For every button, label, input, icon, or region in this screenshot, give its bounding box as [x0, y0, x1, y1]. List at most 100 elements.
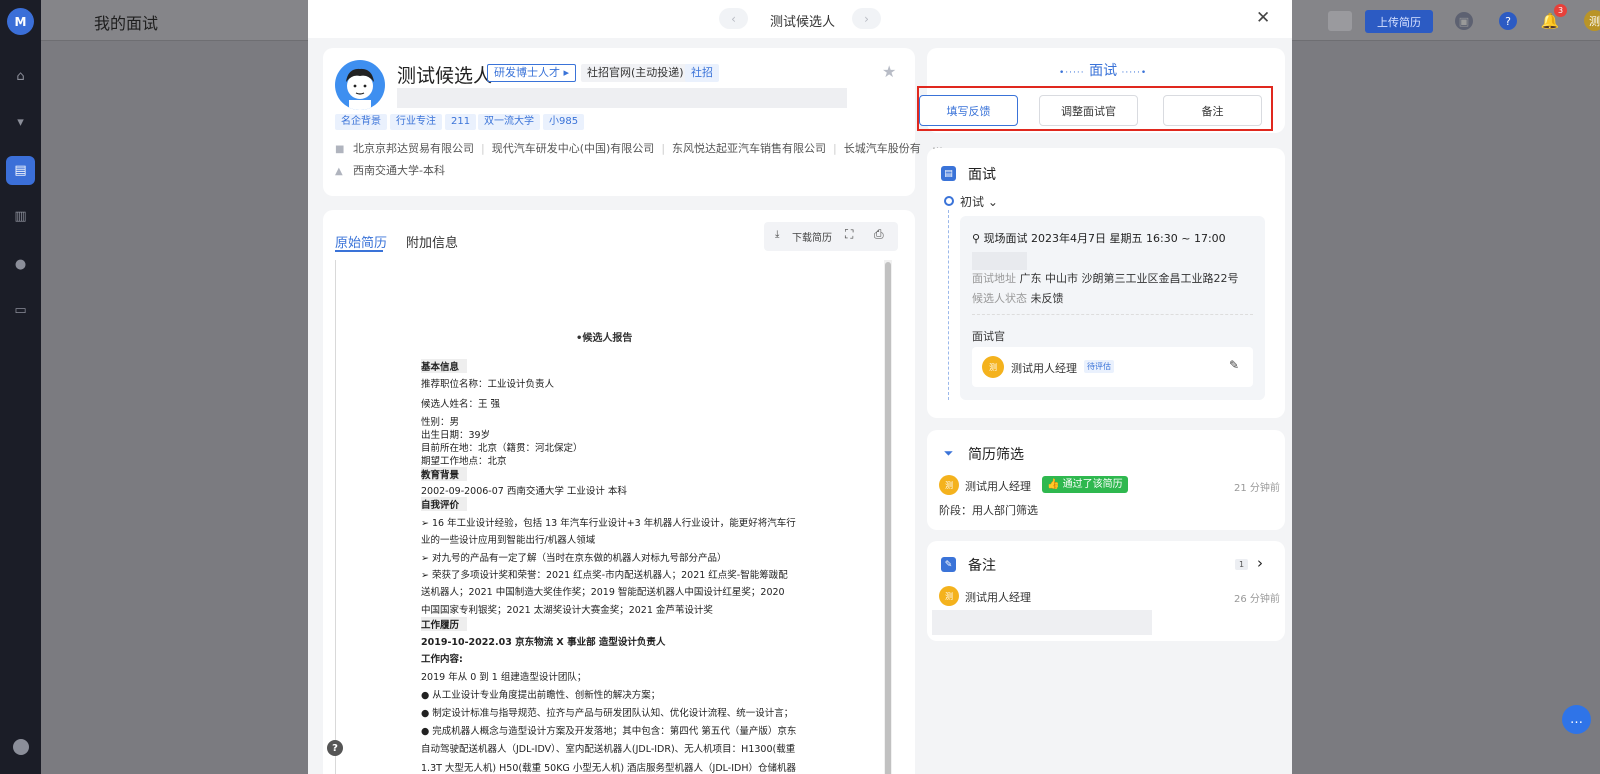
screening-title: 简历筛选: [968, 447, 1024, 463]
briefcase-icon: ■: [335, 144, 345, 155]
feature-tag: 211: [445, 114, 477, 130]
round-selector[interactable]: 初试 ⌄: [960, 193, 998, 210]
app-sidebar: M ⌂ ▾ ▤ ▥ ● ▭: [0, 0, 41, 774]
resume-line: 2019 年从 0 到 1 组建造型设计团队；: [421, 672, 587, 683]
interviewer-name: 测试用人经理: [1011, 362, 1077, 375]
notification-badge: 3: [1554, 4, 1567, 17]
resume-document[interactable]: •候选人报告 基本信息推荐职位名称：工业设计负责人 候选人姓名：王 强性别：男出生…: [335, 260, 892, 774]
fullscreen-icon[interactable]: ⛶: [845, 227, 853, 242]
resume-line: 中国国家专利银奖；2021 太湖奖设计大赛金奖；2021 金芦苇设计奖: [421, 605, 713, 616]
search-icon[interactable]: [1328, 11, 1352, 31]
gift-icon[interactable]: ▣: [1455, 12, 1473, 30]
scrollbar-thumb[interactable]: [885, 262, 891, 774]
interviewer-row: 测 测试用人经理 待评估 ✎: [972, 347, 1253, 387]
resume-line: 2002-09-2006-07 西南交通大学 工业设计 本科: [421, 486, 627, 497]
note-edit-icon: ✎: [941, 557, 956, 572]
resume-section-heading: 教育背景: [421, 467, 468, 481]
interview-address: 面试地址 广东 中山市 沙朗第三工业区金昌工业路22号: [972, 272, 1239, 285]
settings-icon[interactable]: [13, 739, 29, 755]
feature-tag: 小985: [543, 114, 585, 130]
clipboard-icon[interactable]: ▥: [12, 208, 29, 225]
resume-line: 2019-10-2022.03 京东物流 X 事业部 造型设计负责人: [421, 637, 666, 648]
interview-detail-box: ⚲ 现场面试 2023年4月7日 星期五 16:30 ~ 17:00 面试地址 …: [960, 216, 1265, 400]
resume-line: 性别：男: [421, 417, 460, 428]
resume-line: ➢ 对九号的产品有一定了解（当时在京东做的机器人对标九号部分产品）: [421, 553, 727, 564]
resume-line: ● 从工业设计专业角度提出前瞻性、创新性的解决方案；: [421, 690, 661, 701]
screening-time: 21 分钟前: [1234, 483, 1280, 494]
feature-tag: 名企背景: [335, 114, 387, 130]
screening-stage: 阶段：用人部门筛选: [939, 504, 1038, 517]
screener-avatar: 测: [939, 475, 959, 495]
upload-resume-button[interactable]: 上传简历: [1365, 10, 1433, 33]
chat-icon[interactable]: …: [1562, 705, 1591, 734]
interview-location-time: ⚲ 现场面试 2023年4月7日 星期五 16:30 ~ 17:00: [972, 232, 1226, 245]
work-history-row: ■ 北京京邦达贸易有限公司 | 现代汽车研发中心(中国)有限公司 | 东风悦达起亚汽车销售…: [335, 140, 943, 156]
channel-tag: 社招: [685, 64, 719, 82]
candidate-avatar: [335, 60, 385, 110]
interviewer-label: 面试官: [972, 330, 1005, 343]
tab-additional-info[interactable]: 附加信息: [406, 232, 458, 251]
chevron-left-icon: ‹: [731, 11, 736, 26]
user-icon[interactable]: ●: [12, 256, 29, 273]
resume-line: 候选人姓名：王 强: [421, 399, 501, 410]
print-icon[interactable]: ⎙: [874, 227, 884, 242]
resume-section-heading: 自我评价: [421, 497, 468, 511]
profile-card: 测试候选人 研发博士人才 ▸ 社招官网(主动投递) 社招 ★ 名企背景 行业专注…: [323, 48, 943, 196]
screening-card: ⏷ 简历筛选 测 测试用人经理 👍 通过了该简历 21 分钟前 阶段：用人部门筛…: [927, 430, 1285, 530]
resume-line: ➢ 荣获了多项设计奖和荣誉：2021 红点奖-市内配送机器人；2021 红点奖-…: [421, 570, 788, 581]
location-pin-icon: ⚲: [972, 232, 981, 245]
next-candidate-button[interactable]: ›: [852, 8, 881, 29]
app-logo[interactable]: M: [7, 8, 34, 35]
monitor-icon[interactable]: ▭: [12, 302, 29, 319]
resume-section-heading: 基本信息: [421, 359, 468, 373]
star-icon[interactable]: ★: [882, 62, 896, 81]
graduation-cap-icon: ▲: [335, 166, 343, 177]
interviewer-state-badge: 待评估: [1084, 360, 1114, 373]
download-resume-button[interactable]: 下载简历: [792, 229, 832, 244]
screening-result-badge: 👍 通过了该简历: [1042, 476, 1128, 493]
candidate-name: 测试候选人: [397, 65, 493, 87]
chevron-right-icon[interactable]: ›: [1257, 554, 1263, 572]
help-icon[interactable]: ?: [1499, 12, 1517, 30]
resume-line: 自动驾驶配送机器人（JDL-IDV）、室内配送机器人(JDL-IDR)、无人机项…: [421, 744, 796, 755]
interview-card: ▤ 面试 初试 ⌄ ⚲ 现场面试 2023年4月7日 星期五 16:30 ~ 1…: [927, 148, 1285, 418]
screener-name: 测试用人经理: [965, 480, 1031, 493]
source-tag: 社招官网(主动投递): [581, 64, 690, 82]
filter-icon[interactable]: ▾: [12, 114, 29, 131]
note-time: 26 分钟前: [1234, 594, 1280, 605]
home-icon[interactable]: ⌂: [12, 68, 29, 85]
timeline-line: [948, 210, 949, 400]
interview-icon[interactable]: ▤: [6, 156, 35, 185]
contact-info-blurred: [397, 88, 847, 108]
close-button[interactable]: ✕: [1256, 8, 1270, 28]
report-title: •候选人报告: [576, 333, 633, 344]
thumbs-up-icon: 👍: [1047, 479, 1060, 490]
funnel-icon: ⏷: [943, 446, 954, 460]
resume-line: 业的一些设计应用到智能出行/机器人领域: [421, 535, 596, 546]
prev-candidate-button[interactable]: ‹: [719, 8, 748, 29]
user-avatar[interactable]: 测: [1584, 10, 1600, 31]
download-icon[interactable]: ⤓: [775, 229, 779, 240]
education-row: ▲ 西南交通大学-本科: [335, 164, 445, 177]
edit-icon[interactable]: ✎: [1229, 358, 1239, 372]
modal-header: ‹ 测试候选人 › ✕: [308, 0, 1292, 38]
notes-card: ✎ 备注 1 › 测 测试用人经理 26 分钟前: [927, 541, 1285, 641]
tab-original-resume[interactable]: 原始简历: [335, 232, 387, 251]
page-title: 我的面试: [94, 14, 159, 33]
resume-section-heading: 工作履历: [421, 617, 468, 631]
highlight-box: [917, 86, 1273, 131]
note-content-blurred: [932, 610, 1152, 635]
feature-tag: 行业专注: [390, 114, 442, 130]
active-tab-indicator: [335, 250, 383, 252]
resume-line: 推荐职位名称：工业设计负责人: [421, 379, 555, 390]
resume-toolbar: ⤓ 下载简历 ⛶ ⎙: [764, 222, 898, 251]
feature-tag: 双一流大学: [478, 114, 540, 130]
resume-line: 工作内容:: [421, 654, 463, 665]
resume-line: 出生日期：39岁: [421, 430, 491, 441]
resume-line: ● 完成机器人概念与造型设计方案及开发落地；其中包含：第四代 第五代（量产版）京…: [421, 726, 797, 737]
note-author-avatar: 测: [939, 586, 959, 606]
resume-line: ➢ 16 年工业设计经验，包括 13 年汽车行业设计+3 年机器人行业设计，能更…: [421, 518, 796, 529]
talent-tag[interactable]: 研发博士人才 ▸: [487, 64, 577, 82]
help-icon[interactable]: ?: [327, 740, 343, 756]
resume-card: 原始简历 附加信息 ⤓ 下载简历 ⛶ ⎙ •候选人报告 基本信息推荐职位名称：工…: [323, 210, 915, 774]
